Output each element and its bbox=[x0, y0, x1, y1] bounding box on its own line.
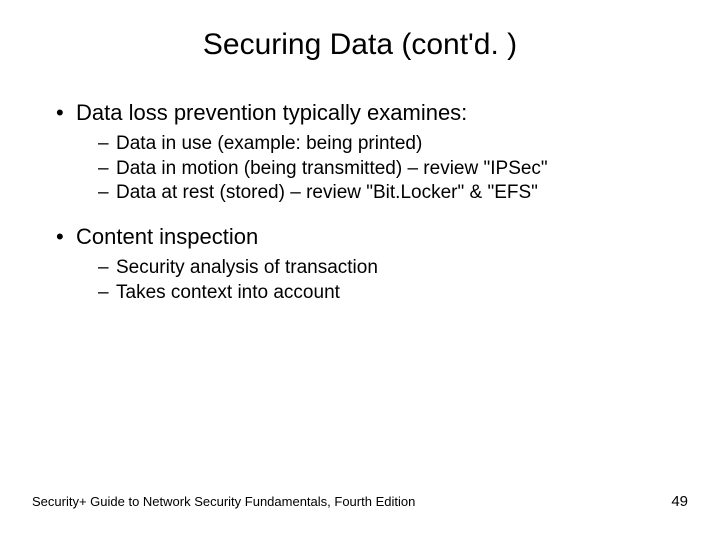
list-item-label: Security analysis of transaction bbox=[116, 257, 378, 278]
list-item-label: Content inspection bbox=[76, 224, 258, 249]
list-item-label: Data in use (example: being printed) bbox=[116, 133, 422, 154]
slide-content: Data loss prevention typically examines:… bbox=[40, 100, 680, 305]
list-item-label: Takes context into account bbox=[116, 282, 340, 303]
list-item-label: Data loss prevention typically examines: bbox=[76, 100, 467, 125]
list-item-label: Data at rest (stored) – review "Bit.Lock… bbox=[116, 182, 538, 203]
list-item: Data in use (example: being printed) bbox=[76, 132, 680, 157]
slide: Securing Data (cont'd. ) Data loss preve… bbox=[0, 0, 720, 540]
bullet-list-level1: Data loss prevention typically examines:… bbox=[50, 100, 680, 305]
bullet-list-level2: Security analysis of transaction Takes c… bbox=[76, 256, 680, 305]
list-item: Takes context into account bbox=[76, 281, 680, 306]
slide-footer: Security+ Guide to Network Security Fund… bbox=[32, 493, 688, 510]
page-number: 49 bbox=[671, 493, 688, 510]
list-item: Data loss prevention typically examines:… bbox=[50, 100, 680, 206]
list-item: Data at rest (stored) – review "Bit.Lock… bbox=[76, 181, 680, 206]
list-item-label: Data in motion (being transmitted) – rev… bbox=[116, 158, 548, 179]
list-item: Content inspection Security analysis of … bbox=[50, 224, 680, 305]
footer-source: Security+ Guide to Network Security Fund… bbox=[32, 494, 415, 509]
list-item: Security analysis of transaction bbox=[76, 256, 680, 281]
slide-title: Securing Data (cont'd. ) bbox=[40, 28, 680, 62]
bullet-list-level2: Data in use (example: being printed) Dat… bbox=[76, 132, 680, 206]
list-item: Data in motion (being transmitted) – rev… bbox=[76, 157, 680, 182]
